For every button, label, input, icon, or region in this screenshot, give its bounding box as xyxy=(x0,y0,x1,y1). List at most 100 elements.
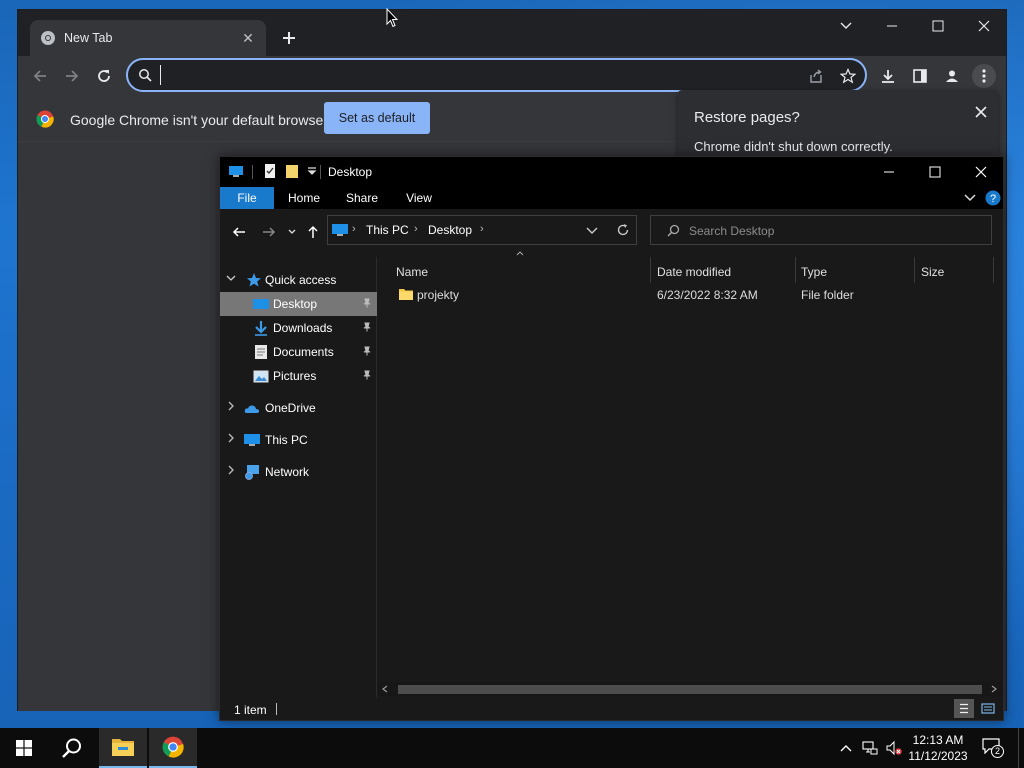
pin-icon[interactable] xyxy=(362,346,372,356)
show-hidden-icons-chevron-icon[interactable] xyxy=(838,740,854,756)
close-icon xyxy=(975,166,987,178)
bubble-close-icon[interactable] xyxy=(975,106,987,118)
explorer-window-title: Desktop xyxy=(328,165,373,179)
explorer-maximize-button[interactable] xyxy=(912,157,958,187)
details-view-button[interactable] xyxy=(954,699,974,718)
chrome-maximize-button[interactable] xyxy=(915,10,961,42)
set-as-default-button[interactable]: Set as default xyxy=(324,102,430,134)
back-arrow-icon[interactable] xyxy=(232,225,246,239)
this-pc-monitor-icon xyxy=(229,166,243,177)
omnibox-input[interactable] xyxy=(160,65,760,85)
breadcrumb-separator[interactable]: › xyxy=(352,223,356,235)
nav-item-this-pc[interactable]: This PC xyxy=(220,428,377,452)
nav-item-downloads[interactable]: Downloads xyxy=(220,316,377,340)
maximize-icon xyxy=(932,20,944,32)
this-pc-monitor-icon xyxy=(332,224,348,236)
help-icon[interactable]: ? xyxy=(985,190,1001,206)
side-panel-button[interactable] xyxy=(908,64,932,88)
maximize-icon xyxy=(929,166,941,178)
profile-button[interactable] xyxy=(940,64,964,88)
new-tab-button[interactable] xyxy=(278,27,300,49)
nav-item-pictures[interactable]: Pictures xyxy=(220,364,377,388)
chrome-close-button[interactable] xyxy=(961,10,1007,42)
quick-access-star-icon xyxy=(247,273,261,287)
new-folder-icon[interactable] xyxy=(284,163,300,179)
network-status-icon[interactable] xyxy=(862,740,878,756)
tab-file[interactable]: File xyxy=(220,187,274,209)
action-center-button[interactable]: 2 xyxy=(980,736,1008,760)
large-icons-view-button[interactable] xyxy=(978,699,998,718)
large-icons-view-icon xyxy=(981,703,995,714)
taskbar-file-explorer[interactable] xyxy=(99,728,147,768)
address-dropdown-chevron-icon[interactable] xyxy=(586,227,598,235)
chevron-right-icon[interactable] xyxy=(226,465,236,475)
tab-close-icon[interactable]: ✕ xyxy=(240,30,256,46)
table-row[interactable]: projekty 6/23/2022 8:32 AM File folder xyxy=(388,283,988,305)
address-bar[interactable]: › This PC › Desktop › xyxy=(327,215,637,245)
explorer-minimize-button[interactable] xyxy=(866,157,912,187)
forward-arrow-icon[interactable] xyxy=(262,225,276,239)
search-icon xyxy=(667,224,680,237)
restore-message: Chrome didn't shut down correctly. xyxy=(694,139,893,154)
up-arrow-icon[interactable] xyxy=(306,225,320,239)
properties-icon[interactable] xyxy=(262,163,278,179)
pin-icon[interactable] xyxy=(362,322,372,332)
chevron-right-icon[interactable] xyxy=(226,433,236,443)
recent-locations-chevron-icon[interactable] xyxy=(288,229,296,235)
nav-item-onedrive[interactable]: OneDrive xyxy=(220,396,377,420)
horizontal-scrollbar[interactable] xyxy=(378,682,1003,696)
tab-search-button[interactable] xyxy=(823,10,869,42)
search-input[interactable] xyxy=(689,222,979,240)
nav-item-network[interactable]: Network xyxy=(220,460,377,484)
ribbon-expand-chevron-icon[interactable] xyxy=(964,194,976,202)
tab-new-tab[interactable]: New Tab ✕ xyxy=(30,20,266,56)
qat-dropdown-icon[interactable] xyxy=(304,163,320,179)
omnibox[interactable] xyxy=(126,58,867,92)
tab-share[interactable]: Share xyxy=(336,187,388,209)
taskbar-chrome[interactable] xyxy=(149,728,197,768)
download-icon xyxy=(882,70,894,83)
downloads-button[interactable] xyxy=(876,64,900,88)
show-desktop-button[interactable] xyxy=(1018,728,1019,768)
scrollbar-thumb[interactable] xyxy=(398,685,982,694)
nav-item-quick-access[interactable]: Quick access xyxy=(220,268,377,292)
chevron-right-icon[interactable] xyxy=(226,401,236,411)
chevron-down-icon[interactable] xyxy=(226,273,236,283)
scroll-left-arrow-icon[interactable] xyxy=(382,685,388,693)
address-row: › This PC › Desktop › xyxy=(220,209,1003,259)
nav-item-documents[interactable]: Documents xyxy=(220,340,377,364)
bookmark-star-icon[interactable] xyxy=(840,68,856,84)
column-separator[interactable] xyxy=(993,257,994,283)
breadcrumb-separator[interactable]: › xyxy=(480,223,484,235)
column-header-name[interactable]: Name xyxy=(388,257,650,285)
chrome-menu-button[interactable] xyxy=(972,64,996,88)
forward-button[interactable] xyxy=(60,64,84,88)
scroll-right-arrow-icon[interactable] xyxy=(991,685,997,693)
breadcrumb-this-pc[interactable]: This PC xyxy=(366,223,409,237)
nav-label: This PC xyxy=(265,433,308,447)
tab-view[interactable]: View xyxy=(394,187,444,209)
chrome-minimize-button[interactable] xyxy=(869,10,915,42)
taskbar-clock[interactable]: 12:13 AM 11/12/2023 xyxy=(900,732,976,764)
pin-icon[interactable] xyxy=(362,298,372,308)
share-icon[interactable] xyxy=(808,68,824,84)
notification-badge: 2 xyxy=(991,745,1004,758)
column-header-type[interactable]: Type xyxy=(796,257,914,285)
item-count: 1 item xyxy=(234,703,267,717)
nav-item-desktop[interactable]: Desktop xyxy=(220,292,377,316)
breadcrumb-separator[interactable]: › xyxy=(414,223,418,235)
explorer-close-button[interactable] xyxy=(958,157,1004,187)
back-button[interactable] xyxy=(28,64,52,88)
desktop-icon xyxy=(253,299,269,309)
search-box[interactable] xyxy=(650,215,992,245)
column-header-size[interactable]: Size xyxy=(915,257,993,285)
breadcrumb-desktop[interactable]: Desktop xyxy=(428,223,472,237)
column-header-date-modified[interactable]: Date modified xyxy=(651,257,795,285)
pin-icon[interactable] xyxy=(362,370,372,380)
tab-home[interactable]: Home xyxy=(278,187,330,209)
column-header-label: Type xyxy=(801,265,828,279)
start-button[interactable] xyxy=(0,728,48,768)
refresh-icon[interactable] xyxy=(616,223,630,237)
taskbar-search-button[interactable] xyxy=(48,728,96,768)
reload-button[interactable] xyxy=(92,64,116,88)
